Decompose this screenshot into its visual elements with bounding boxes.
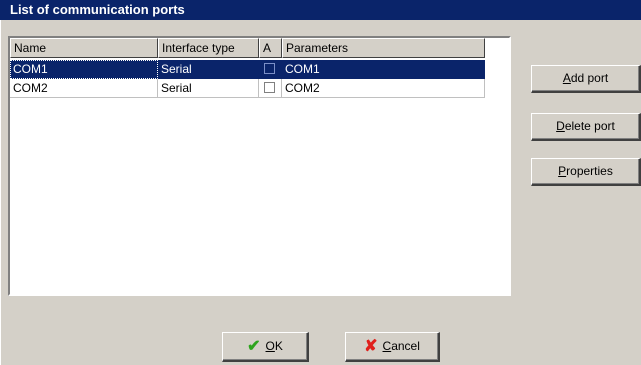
column-header-parameters[interactable]: Parameters — [282, 38, 485, 58]
properties-mnemonic: P — [558, 164, 567, 178]
cell-name: COM1 — [10, 60, 158, 79]
cell-interface-type: Serial — [158, 79, 259, 98]
properties-button[interactable]: Properties — [531, 158, 641, 186]
cancel-button[interactable]: ✘ Cancel — [345, 332, 440, 362]
window-frame-left — [0, 20, 6, 365]
column-header-name[interactable]: Name — [10, 38, 158, 58]
ports-list[interactable]: Name Interface type A Parameters COM1 Se… — [8, 36, 511, 296]
a-checkbox[interactable] — [264, 82, 275, 94]
cell-interface-type: Serial — [158, 60, 259, 79]
add-port-label: dd port — [570, 71, 609, 85]
table-row[interactable]: COM1 Serial COM1 — [10, 60, 509, 79]
list-header: Name Interface type A Parameters — [10, 38, 509, 58]
table-row[interactable]: COM2 Serial COM2 — [10, 79, 509, 98]
properties-label: roperties — [566, 164, 613, 178]
delete-port-button[interactable]: Delete port — [531, 113, 641, 141]
cell-a — [259, 60, 282, 79]
checkmark-icon: ✔ — [247, 338, 261, 356]
cell-parameters: COM2 — [282, 79, 485, 98]
add-port-mnemonic: A — [562, 71, 571, 85]
delete-port-mnemonic: D — [556, 119, 565, 133]
ok-label: K — [274, 339, 283, 353]
cell-parameters: COM1 — [282, 60, 485, 79]
cell-a — [259, 79, 282, 98]
cancel-label: ancel — [391, 339, 420, 353]
a-checkbox[interactable] — [264, 63, 275, 75]
ok-mnemonic: O — [265, 339, 275, 353]
ok-button[interactable]: ✔ OK — [222, 332, 309, 362]
window-title: List of communication ports — [0, 0, 641, 20]
delete-port-label: elete port — [564, 119, 615, 133]
column-header-a[interactable]: A — [259, 38, 282, 58]
column-header-interface-type[interactable]: Interface type — [158, 38, 259, 58]
cell-name: COM2 — [10, 79, 158, 98]
add-port-button[interactable]: Add port — [531, 65, 641, 93]
x-icon: ✘ — [364, 338, 378, 356]
cancel-mnemonic: C — [382, 339, 392, 353]
